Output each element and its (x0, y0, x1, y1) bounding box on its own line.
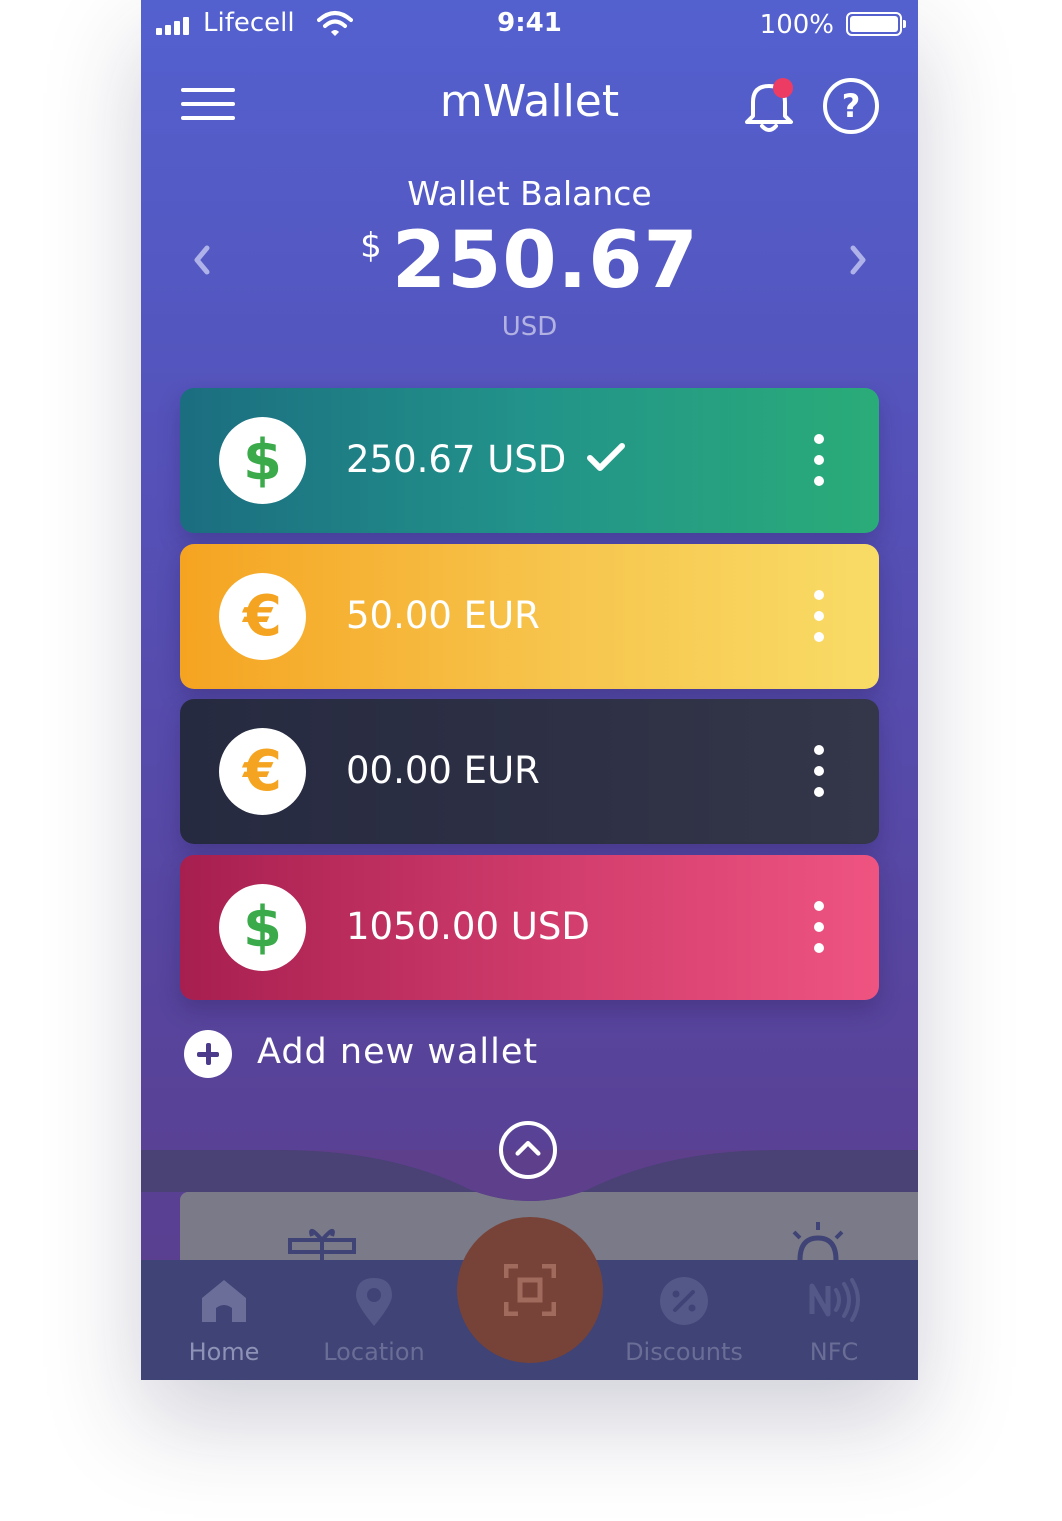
plus-icon (184, 1030, 232, 1078)
discount-icon (660, 1277, 708, 1325)
help-icon[interactable]: ? (823, 78, 879, 134)
more-options-icon[interactable] (802, 590, 834, 642)
phone-screen: Lifecell 9:41 100% mWallet ? Wallet Bala… (141, 0, 918, 1380)
chevron-left-icon[interactable] (183, 238, 223, 282)
tab-label: Location (323, 1338, 425, 1366)
more-options-icon[interactable] (802, 434, 834, 486)
wallet-card-usd-primary[interactable]: $ 250.67 USD (180, 388, 879, 533)
wallet-card-eur[interactable]: € 50.00 EUR (180, 544, 879, 689)
notification-badge (773, 78, 793, 98)
battery-percent: 100% (759, 10, 834, 40)
dollar-coin-icon: $ (219, 417, 306, 504)
wallet-amount: 250.67 USD (346, 438, 567, 481)
tab-location[interactable]: Location (299, 1260, 449, 1380)
nfc-icon (809, 1278, 860, 1322)
battery-icon (846, 12, 906, 36)
wallet-amount: 50.00 EUR (346, 594, 540, 637)
euro-coin-icon: € (219, 728, 306, 815)
scan-button[interactable] (457, 1217, 603, 1363)
balance-currency-sign: $ (360, 226, 382, 266)
tab-label: NFC (809, 1338, 859, 1366)
scan-icon (504, 1264, 556, 1316)
more-options-icon[interactable] (802, 901, 834, 953)
status-bar: Lifecell 9:41 100% (141, 0, 918, 50)
wallet-card-usd-secondary[interactable]: $ 1050.00 USD (180, 855, 879, 1000)
tab-label: Discounts (625, 1338, 743, 1366)
chevron-up-icon[interactable] (499, 1121, 557, 1179)
balance-amount: 250.67 (391, 216, 699, 306)
wallet-amount: 00.00 EUR (346, 749, 540, 792)
home-icon (202, 1280, 246, 1322)
balance-label: Wallet Balance (407, 174, 652, 213)
checkmark-icon (587, 443, 625, 471)
wallet-amount: 1050.00 USD (346, 905, 590, 948)
tab-home[interactable]: Home (149, 1260, 299, 1380)
balance-currency-code: USD (501, 312, 558, 342)
chevron-right-icon[interactable] (837, 238, 877, 282)
add-wallet-label: Add new wallet (257, 1032, 539, 1072)
wallet-card-eur-empty[interactable]: € 00.00 EUR (180, 699, 879, 844)
tab-label: Home (188, 1338, 260, 1366)
app-title: mWallet (439, 76, 620, 127)
more-options-icon[interactable] (802, 745, 834, 797)
tab-nfc[interactable]: NFC (759, 1260, 909, 1380)
euro-coin-icon: € (219, 573, 306, 660)
dollar-coin-icon: $ (219, 884, 306, 971)
tab-discounts[interactable]: Discounts (609, 1260, 759, 1380)
location-pin-icon (356, 1278, 392, 1326)
balance-amount-row: $250.67 (141, 216, 918, 306)
